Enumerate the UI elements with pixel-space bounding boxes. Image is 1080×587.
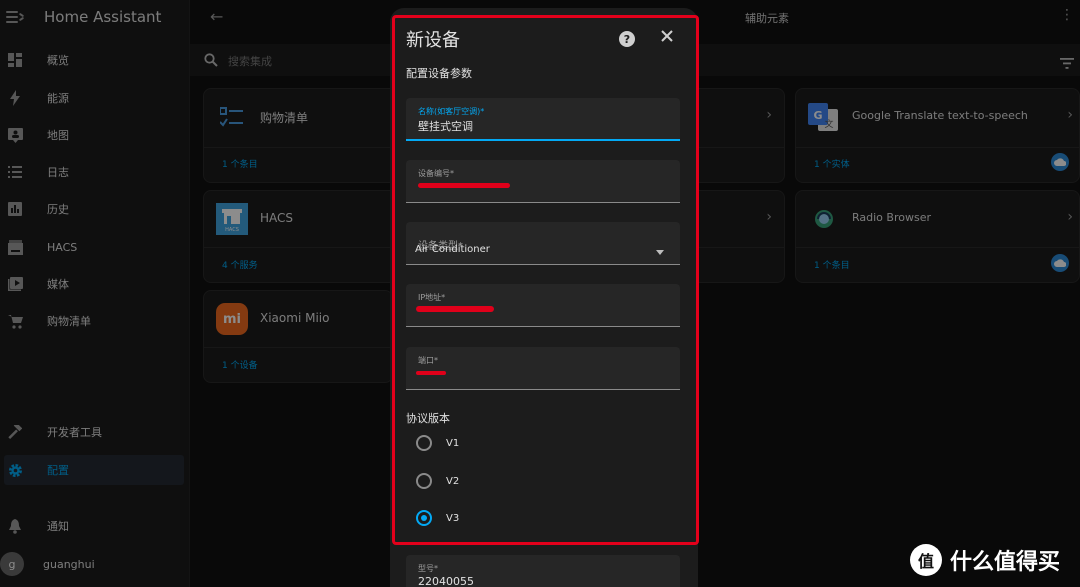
watermark-text: 什么值得买 xyxy=(950,550,1061,575)
model-field[interactable]: 型号* 22040055 xyxy=(406,555,680,587)
watermark-logo-icon: 值 xyxy=(910,544,942,576)
watermark: 值 什么值得买 xyxy=(910,540,1060,580)
annotation-highlight-box xyxy=(392,15,699,545)
field-value: 22040055 xyxy=(418,575,474,587)
field-label: 型号* xyxy=(418,564,438,573)
app-root: Home Assistant 概览 能源 地图 日志 历史 HACS 媒体 购物… xyxy=(0,0,1080,587)
